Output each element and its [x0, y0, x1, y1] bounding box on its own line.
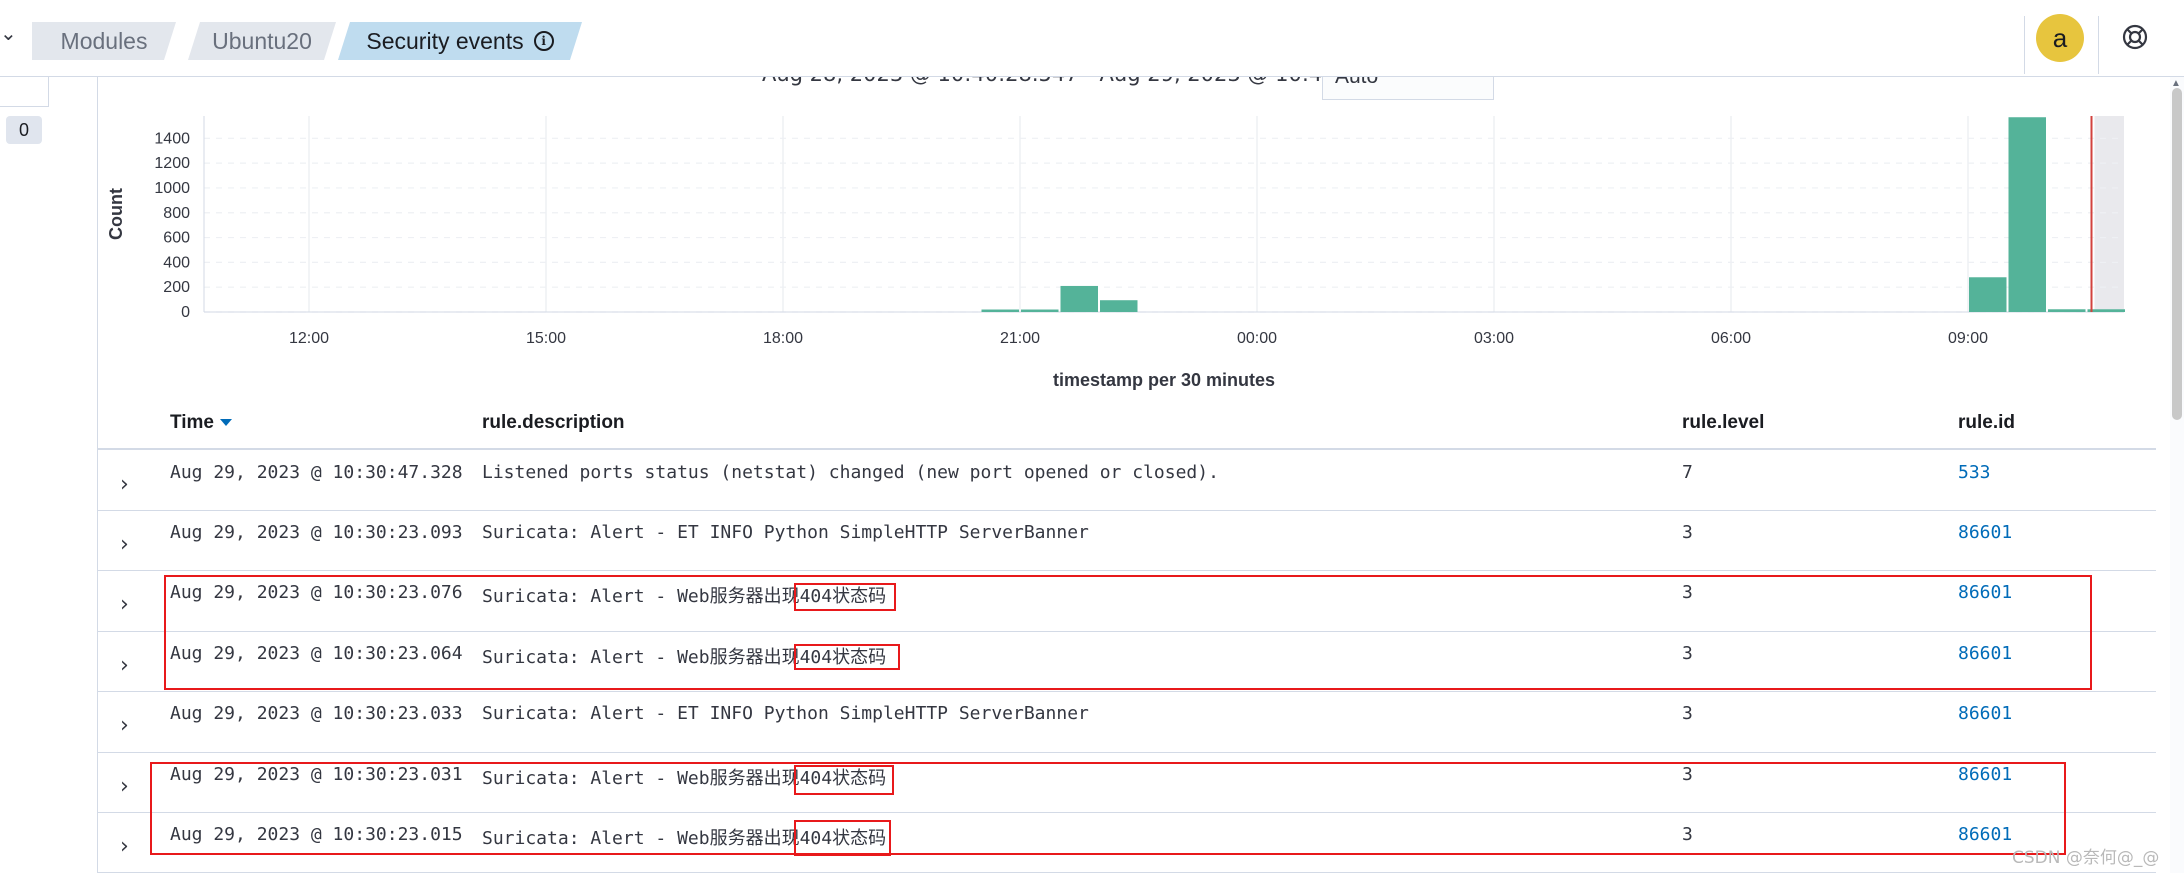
avatar-letter: a: [2052, 22, 2068, 53]
sort-descending-icon[interactable]: [220, 419, 233, 427]
watermark: CSDN @奈何@_@: [2012, 848, 2160, 868]
histogram-bar[interactable]: [1021, 309, 1059, 312]
y-tick-label: 0: [181, 304, 190, 321]
expand-row-icon[interactable]: ›: [120, 653, 129, 678]
cell-level: 3: [1682, 522, 1693, 543]
column-header-time[interactable]: Time: [170, 412, 233, 434]
x-tick-label: 09:00: [1948, 330, 1988, 347]
annotation-highlight: [794, 820, 891, 856]
annotation-box: [164, 575, 2092, 690]
y-tick-label: 400: [163, 254, 190, 271]
column-header-id[interactable]: rule.id: [1958, 412, 2015, 434]
cell-rule-id-link[interactable]: 86601: [1958, 522, 2012, 543]
annotation-highlight: [794, 583, 896, 611]
cell-level: 7: [1682, 462, 1693, 483]
y-tick-label: 1000: [154, 180, 190, 197]
table-row[interactable]: › Aug 29, 2023 @ 10:30:23.033 Suricata: Al…: [98, 691, 2156, 753]
y-tick-label: 800: [163, 205, 190, 222]
breadcrumb-modules[interactable]: Modules: [32, 22, 176, 60]
chevron-down-icon[interactable]: ⌄: [0, 24, 17, 44]
table-header: Time rule.description rule.level rule.id: [98, 400, 2156, 450]
cell-rule-id-link[interactable]: 533: [1958, 462, 1991, 483]
y-tick-label: 200: [163, 279, 190, 296]
x-tick-label: 15:00: [526, 330, 566, 347]
table-row[interactable]: › Aug 29, 2023 @ 10:30:47.328 Listened por…: [98, 450, 2156, 511]
cell-time: Aug 29, 2023 @ 10:30:23.093: [170, 522, 463, 543]
cell-description: Listened ports status (netstat) changed …: [482, 462, 1219, 483]
avatar[interactable]: a: [2036, 14, 2084, 62]
x-tick-label: 06:00: [1711, 330, 1751, 347]
y-tick-label: 1200: [154, 155, 190, 172]
cell-description: Suricata: Alert - ET INFO Python SimpleH…: [482, 522, 1089, 543]
left-panel: [0, 76, 49, 107]
y-axis-title: Count: [106, 188, 126, 240]
breadcrumb-label: Security events: [366, 27, 524, 54]
breadcrumb-label: Modules: [60, 27, 148, 54]
cell-time: Aug 29, 2023 @ 10:30:23.033: [170, 703, 463, 724]
breadcrumb-ubuntu20[interactable]: Ubuntu20: [188, 22, 336, 60]
expand-row-icon[interactable]: ›: [120, 592, 129, 617]
annotation-highlight: [794, 765, 894, 795]
histogram-bar[interactable]: [981, 309, 1020, 312]
cell-rule-id-link[interactable]: 86601: [1958, 703, 2012, 724]
expand-row-icon[interactable]: ›: [120, 713, 129, 738]
expand-row-icon[interactable]: ›: [120, 532, 129, 557]
histogram-bar[interactable]: [1060, 285, 1099, 312]
count-badge: 0: [6, 116, 42, 144]
annotation-highlight: [794, 644, 900, 670]
scrollbar-thumb[interactable]: [2172, 88, 2182, 420]
histogram-bar[interactable]: [2048, 309, 2086, 312]
x-tick-label: 18:00: [763, 330, 803, 347]
divider: [2024, 16, 2025, 74]
cell-time: Aug 29, 2023 @ 10:30:47.328: [170, 462, 463, 483]
column-header-description[interactable]: rule.description: [482, 412, 625, 434]
histogram-bar[interactable]: [2087, 309, 2126, 312]
info-icon[interactable]: i: [534, 31, 554, 51]
histogram-bar[interactable]: [2008, 117, 2047, 312]
cell-description: Suricata: Alert - ET INFO Python SimpleH…: [482, 703, 1089, 724]
expand-row-icon[interactable]: ›: [120, 834, 129, 859]
y-tick-label: 600: [163, 230, 190, 247]
x-tick-label: 12:00: [289, 330, 329, 347]
x-tick-label: 21:00: [1000, 330, 1040, 347]
x-tick-label: 03:00: [1474, 330, 1514, 347]
top-bar: ⌄ Modules Ubuntu20 Security events i a: [0, 0, 2184, 77]
column-header-level[interactable]: rule.level: [1682, 412, 1764, 434]
y-tick-label: 1400: [154, 130, 190, 147]
annotation-box: [150, 762, 2066, 855]
expand-row-icon[interactable]: ›: [120, 774, 129, 799]
table-row[interactable]: › Aug 29, 2023 @ 10:30:23.093 Suricata: Al…: [98, 510, 2156, 571]
column-label: Time: [170, 412, 215, 433]
histogram-bar[interactable]: [1100, 300, 1138, 312]
count-badge-value: 0: [18, 119, 29, 140]
histogram-bar[interactable]: [1969, 277, 2007, 312]
expand-row-icon[interactable]: ›: [120, 472, 129, 497]
future-region-shade: [2094, 116, 2124, 312]
breadcrumb-security-events[interactable]: Security events i: [338, 22, 582, 60]
help-icon[interactable]: [2120, 22, 2150, 52]
histogram-chart[interactable]: 0 200 400 600 800 1000 1200 1400 12:00 15:00 18:00…: [100, 108, 2130, 398]
x-tick-label: 00:00: [1237, 330, 1277, 347]
breadcrumb-label: Ubuntu20: [212, 27, 312, 54]
cell-level: 3: [1682, 703, 1693, 724]
divider: [2098, 16, 2099, 74]
x-axis-title: timestamp per 30 minutes: [1053, 370, 1275, 390]
